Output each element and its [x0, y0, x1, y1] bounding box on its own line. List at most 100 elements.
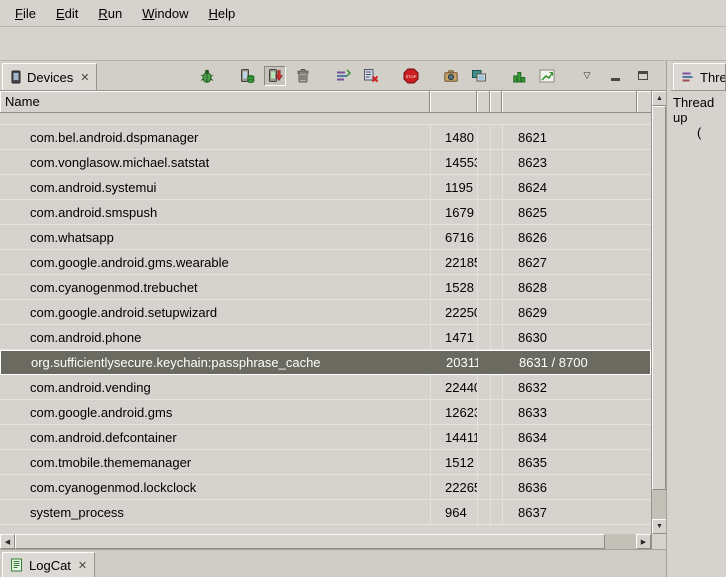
- cause-gc-button[interactable]: [292, 66, 314, 86]
- heap-updates-button[interactable]: [508, 66, 530, 86]
- process-name-cell: com.google.android.setupwizard: [0, 300, 430, 324]
- port-cell: 8629: [502, 300, 637, 324]
- update-threads-button[interactable]: [332, 66, 354, 86]
- table-filler: [0, 525, 651, 534]
- table-row[interactable]: com.android.smspush 1679 8625: [0, 200, 651, 225]
- table-area: Name com.bel.android.dspmanager 1480 862…: [0, 91, 666, 534]
- scrollbar-corner: [651, 534, 666, 549]
- port-cell: 8634: [502, 425, 637, 449]
- threads-icon: [681, 70, 695, 84]
- table-row[interactable]: com.android.systemui 1195 8624: [0, 175, 651, 200]
- pid-cell: 22250: [430, 300, 477, 324]
- process-name-cell: com.whatsapp: [0, 225, 430, 249]
- update-threads-icon: [335, 68, 351, 84]
- pid-cell: 1480: [430, 125, 477, 149]
- tab-threads-label: Threa: [700, 70, 726, 85]
- pid-cell: 1471: [430, 325, 477, 349]
- update-heap-button[interactable]: [236, 66, 258, 86]
- scroll-up-icon[interactable]: ▲: [652, 91, 666, 106]
- maximize-button[interactable]: [632, 66, 654, 86]
- process-name-cell: com.cyanogenmod.trebuchet: [0, 275, 430, 299]
- column-header-port[interactable]: [502, 91, 637, 112]
- vscroll-thumb[interactable]: [652, 106, 666, 490]
- pid-cell: 12623: [430, 400, 477, 424]
- horizontal-scrollbar[interactable]: ◀ ▶: [0, 534, 651, 549]
- table-row[interactable]: com.tmobile.thememanager 1512 8635: [0, 450, 651, 475]
- threads-message-line2: (: [673, 125, 724, 140]
- process-name-cell: com.bel.android.dspmanager: [0, 125, 430, 149]
- table-row[interactable]: com.google.android.gms 12623 8633: [0, 400, 651, 425]
- device-phone-icon: [10, 70, 22, 84]
- table-row[interactable]: com.bel.android.dspmanager 1480 8621: [0, 125, 651, 150]
- threads-view: Threa Thread up (: [671, 61, 726, 577]
- scroll-left-icon[interactable]: ◀: [0, 534, 15, 549]
- maximize-icon: [638, 71, 648, 80]
- table-row[interactable]: com.android.vending 22440 8632: [0, 375, 651, 400]
- table-header: Name: [0, 91, 651, 113]
- process-name-cell: system_process: [0, 500, 430, 524]
- view-menu-button[interactable]: ▽: [576, 66, 598, 86]
- start-method-profiling-icon: [363, 68, 379, 84]
- vertical-scrollbar[interactable]: ▲ ▼: [651, 91, 666, 534]
- tab-devices[interactable]: Devices ✕: [2, 63, 97, 90]
- menu-window[interactable]: Window: [132, 2, 198, 25]
- scroll-down-icon[interactable]: ▼: [652, 519, 666, 534]
- dump-hprof-button[interactable]: [264, 66, 286, 86]
- pid-cell: 14411: [430, 425, 477, 449]
- table-row[interactable]: com.google.android.setupwizard 22250 862…: [0, 300, 651, 325]
- port-cell: 8633: [502, 400, 637, 424]
- tab-threads[interactable]: Threa: [673, 63, 726, 90]
- table-row[interactable]: com.cyanogenmod.lockclock 22265 8636: [0, 475, 651, 500]
- column-header-pid[interactable]: [430, 91, 477, 112]
- dump-hprof-icon: [267, 68, 283, 84]
- table-row[interactable]: com.android.defcontainer 14411 8634: [0, 425, 651, 450]
- heap-updates-icon: [511, 68, 527, 84]
- pid-cell: 6716: [430, 225, 477, 249]
- port-cell: 8628: [502, 275, 637, 299]
- table-row[interactable]: com.whatsapp 6716 8626: [0, 225, 651, 250]
- scroll-right-icon[interactable]: ▶: [636, 534, 651, 549]
- column-header-a[interactable]: [477, 91, 490, 112]
- table-row-selected[interactable]: org.sufficientlysecure.keychain:passphra…: [0, 350, 651, 375]
- debug-process-button[interactable]: [196, 66, 218, 86]
- port-cell: 8621: [502, 125, 637, 149]
- network-stats-button[interactable]: [536, 66, 558, 86]
- devices-tabbar: Devices ✕: [0, 61, 666, 91]
- menu-edit[interactable]: Edit: [46, 2, 88, 25]
- minimize-button[interactable]: [604, 66, 626, 86]
- close-icon[interactable]: ✕: [78, 71, 89, 84]
- table-row[interactable]: system_process 964 8637: [0, 500, 651, 525]
- menu-help[interactable]: Help: [198, 2, 245, 25]
- devices-view: Devices ✕: [0, 61, 666, 550]
- screen-mirror-button[interactable]: [468, 66, 490, 86]
- start-method-profiling-button[interactable]: [360, 66, 382, 86]
- column-header-b[interactable]: [490, 91, 502, 112]
- table-row[interactable]: com.cyanogenmod.trebuchet 1528 8628: [0, 275, 651, 300]
- pid-cell: 1512: [430, 450, 477, 474]
- hscroll-thumb[interactable]: [15, 534, 605, 549]
- vscroll-track[interactable]: [652, 106, 666, 519]
- port-cell: 8631 / 8700: [503, 351, 638, 374]
- process-name-cell: com.google.android.gms: [0, 400, 430, 424]
- screen-capture-button[interactable]: [440, 66, 462, 86]
- port-cell: 8625: [502, 200, 637, 224]
- table-row[interactable]: com.vonglasow.michael.satstat 14553 8623: [0, 150, 651, 175]
- close-icon[interactable]: ✕: [76, 559, 87, 572]
- column-header-name[interactable]: Name: [0, 91, 430, 112]
- devices-toolbar: STOP ▽: [196, 61, 666, 90]
- table-row[interactable]: com.google.android.gms.wearable 22185 86…: [0, 250, 651, 275]
- table-row[interactable]: com.android.phone 1471 8630: [0, 325, 651, 350]
- menu-file[interactable]: File: [5, 2, 46, 25]
- menu-run[interactable]: Run: [88, 2, 132, 25]
- port-cell: 8624: [502, 175, 637, 199]
- port-cell: 8627: [502, 250, 637, 274]
- port-cell: 8630: [502, 325, 637, 349]
- process-name-cell: com.google.android.gms.wearable: [0, 250, 430, 274]
- pid-cell: 22265: [430, 475, 477, 499]
- hscroll-track[interactable]: [15, 534, 636, 549]
- menu-bar: File Edit Run Window Help: [0, 0, 726, 27]
- debug-process-icon: [199, 68, 215, 84]
- stop-process-button[interactable]: STOP: [400, 66, 422, 86]
- tab-logcat[interactable]: LogCat ✕: [2, 552, 95, 577]
- network-stats-icon: [539, 68, 555, 84]
